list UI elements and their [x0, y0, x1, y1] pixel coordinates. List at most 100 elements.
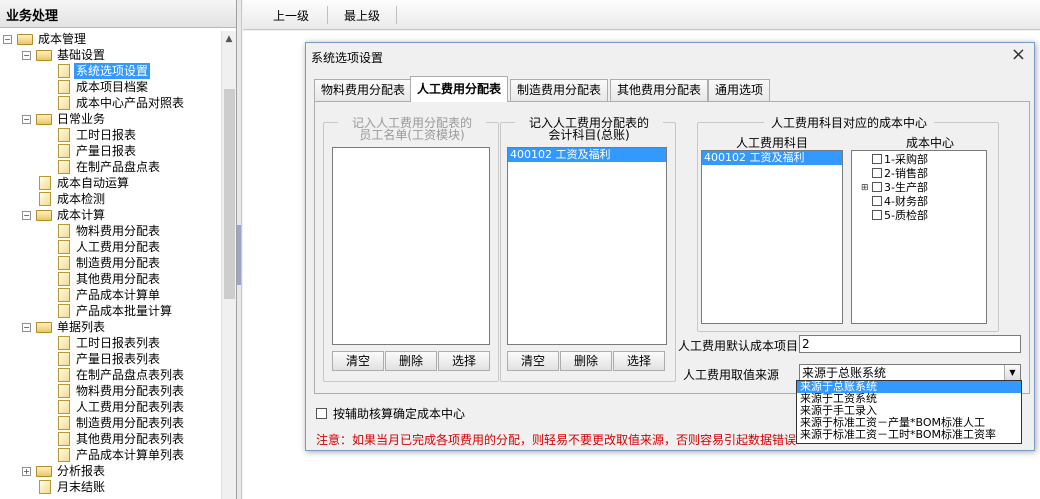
up-level-button[interactable]: 上一级 — [273, 7, 309, 24]
checkbox[interactable] — [872, 196, 882, 206]
value-source-label: 人工费用取值来源 — [683, 368, 780, 382]
cost-center-label: 4-财务部 — [884, 195, 928, 208]
tree-item[interactable]: 工时日报表列表 — [0, 335, 221, 351]
cost-center-item[interactable]: 1-采购部 — [872, 153, 928, 167]
dropdown-option[interactable]: 来源于标准工资－工时*BOM标准工资率 — [797, 429, 1021, 441]
account-listbox[interactable]: 400102 工资及福利 — [507, 147, 667, 345]
tree-item[interactable]: − 日常业务 — [0, 111, 221, 127]
tree-item[interactable]: 制造费用分配表 — [0, 255, 221, 271]
expand-icon[interactable]: + — [22, 467, 31, 476]
tree-item[interactable]: − 成本管理 — [0, 31, 221, 47]
tree-item[interactable]: 在制产品盘点表 — [0, 159, 221, 175]
tree-item[interactable]: 系统选项设置 — [0, 63, 221, 79]
checkbox[interactable] — [872, 210, 882, 220]
tree-item[interactable]: 产量日报表列表 — [0, 351, 221, 367]
tree-item[interactable]: 其他费用分配表列表 — [0, 431, 221, 447]
tree-item[interactable]: − 基础设置 — [0, 47, 221, 63]
tree-item[interactable]: 工时日报表 — [0, 127, 221, 143]
tree-item[interactable]: 制造费用分配表列表 — [0, 415, 221, 431]
tab-other-cost[interactable]: 其他费用分配表 — [610, 79, 709, 101]
tab-panel-labor-cost: 记入人工费用分配表的 员工名单(工资模块) 清空 删除 选择 记入人工费用分配表… — [314, 101, 1030, 394]
tree-item[interactable]: 产品成本计算单列表 — [0, 447, 221, 463]
aux-check-label: 按辅助核算确定成本中心 — [333, 407, 466, 421]
toolbar-divider — [327, 6, 328, 24]
collapse-icon[interactable]: − — [22, 115, 31, 124]
expand-plus-icon[interactable]: ⊞ — [861, 184, 869, 193]
cost-center-item[interactable]: ⊞ 3-生产部 — [861, 181, 928, 195]
tree-item-label: 基础设置 — [57, 48, 106, 62]
tree-item[interactable]: 人工费用分配表列表 — [0, 399, 221, 415]
top-level-button[interactable]: 最上级 — [344, 7, 380, 24]
cost-center-tree[interactable]: 1-采购部 2-销售部 ⊞ 3-生产部 4-财务部 5-质检部 — [851, 150, 987, 324]
tree-item[interactable]: 成本自动运算 — [0, 175, 221, 191]
employee-select-button[interactable]: 选择 — [438, 351, 490, 371]
tree-item[interactable]: 产量日报表 — [0, 143, 221, 159]
checkbox[interactable] — [872, 154, 882, 164]
tree-item[interactable]: 物料费用分配表列表 — [0, 383, 221, 399]
employee-listbox[interactable] — [332, 147, 490, 345]
value-source-dropdown[interactable]: 来源于总账系统 来源于工资系统 来源于手工录入 来源于标准工资－产量*BOM标准… — [796, 380, 1022, 444]
account-select-button[interactable]: 选择 — [613, 351, 665, 371]
tree-item-label: 人工费用分配表 — [76, 240, 161, 254]
tree-item-label: 在制产品盘点表列表 — [76, 368, 185, 382]
collapse-icon[interactable]: − — [22, 323, 31, 332]
scroll-thumb[interactable] — [224, 89, 235, 299]
tree-item-label: 成本中心产品对照表 — [76, 96, 185, 110]
tree-item[interactable]: 成本检测 — [0, 191, 221, 207]
panel-splitter[interactable] — [237, 0, 242, 499]
tree-item-label: 成本计算 — [57, 208, 106, 222]
collapse-icon[interactable]: − — [22, 51, 31, 60]
account-delete-button[interactable]: 删除 — [560, 351, 612, 371]
document-icon — [58, 448, 70, 462]
employee-delete-button[interactable]: 删除 — [385, 351, 437, 371]
employee-list-group: 记入人工费用分配表的 员工名单(工资模块) 清空 删除 选择 — [323, 117, 499, 382]
list-item[interactable]: 400102 工资及福利 — [508, 148, 666, 162]
tree-item[interactable]: 其他费用分配表 — [0, 271, 221, 287]
tree-item[interactable]: 月末结账 — [0, 479, 221, 495]
account-clear-button[interactable]: 清空 — [507, 351, 559, 371]
tree-scrollbar[interactable]: ▲ — [221, 31, 236, 499]
document-icon — [58, 304, 70, 318]
collapse-icon[interactable]: − — [22, 211, 31, 220]
account-column-header: 人工费用科目 — [736, 136, 809, 150]
labor-account-listbox[interactable]: 400102 工资及福利 — [701, 150, 843, 324]
group-title-line: 会计科目(总账) — [548, 128, 630, 142]
dialog-title: 系统选项设置 — [311, 51, 384, 65]
collapse-icon[interactable]: − — [3, 35, 12, 44]
document-icon — [58, 288, 70, 302]
tree-item[interactable]: − 成本计算 — [0, 207, 221, 223]
tree-item[interactable]: 产品成本计算单 — [0, 287, 221, 303]
employee-clear-button[interactable]: 清空 — [332, 351, 384, 371]
folder-icon — [36, 114, 52, 125]
scroll-up-icon[interactable]: ▲ — [222, 31, 236, 48]
close-icon[interactable]: × — [1011, 45, 1026, 65]
tree-item[interactable]: − 单据列表 — [0, 319, 221, 335]
tree-item-label: 分析报表 — [57, 464, 106, 478]
document-icon — [58, 432, 70, 446]
list-item[interactable]: 400102 工资及福利 — [702, 151, 842, 165]
panel-title: 业务处理 — [0, 0, 236, 28]
tree-item[interactable]: 人工费用分配表 — [0, 239, 221, 255]
cost-center-item[interactable]: 2-销售部 — [872, 167, 928, 181]
checkbox[interactable] — [872, 168, 882, 178]
cost-center-item[interactable]: 5-质检部 — [872, 209, 928, 223]
splitter-grip[interactable] — [237, 225, 241, 285]
tree-item[interactable]: 产品成本批量计算 — [0, 303, 221, 319]
tree-item[interactable]: 在制产品盘点表列表 — [0, 367, 221, 383]
tab-labor-cost[interactable]: 人工费用分配表 — [410, 76, 509, 102]
aux-accounting-checkbox[interactable]: 按辅助核算确定成本中心 — [316, 405, 465, 422]
tab-manufacturing-cost[interactable]: 制造费用分配表 — [510, 79, 609, 101]
tree-item[interactable]: 成本项目档案 — [0, 79, 221, 95]
cost-center-item[interactable]: 4-财务部 — [872, 195, 928, 209]
tree-item[interactable]: + 分析报表 — [0, 463, 221, 479]
tab-general-options[interactable]: 通用选项 — [708, 79, 771, 101]
cost-center-label: 5-质检部 — [884, 209, 928, 222]
chevron-down-icon[interactable]: ▼ — [1004, 365, 1020, 381]
tree-item[interactable]: 成本中心产品对照表 — [0, 95, 221, 111]
default-cost-item-input[interactable]: 2 — [799, 335, 1021, 353]
checkbox[interactable] — [872, 182, 882, 192]
checkbox[interactable] — [316, 408, 327, 419]
tree-item[interactable]: 物料费用分配表 — [0, 223, 221, 239]
tree-item-label: 物料费用分配表列表 — [76, 384, 185, 398]
tab-material-cost[interactable]: 物料费用分配表 — [314, 79, 413, 101]
